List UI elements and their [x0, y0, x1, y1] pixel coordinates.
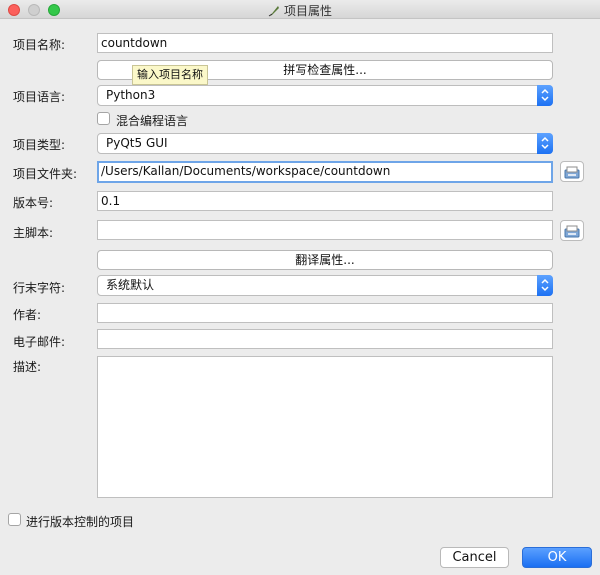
project-properties-dialog: 项目属性 项目名称: countdown 拼写检查属性... 输入项目名称 项目… [0, 0, 600, 575]
main-script-browse-button[interactable] [560, 220, 584, 241]
description-textarea[interactable] [97, 356, 553, 498]
main-script-label: 主脚本: [13, 226, 54, 240]
window-title: 项目属性 [0, 2, 600, 20]
project-folder-label: 项目文件夹: [13, 167, 78, 181]
select-chevron-icon [537, 133, 553, 154]
file-browse-icon [564, 225, 580, 238]
project-name-label: 项目名称: [13, 38, 66, 52]
author-input[interactable] [97, 303, 553, 323]
folder-browse-icon [564, 166, 580, 179]
cancel-button[interactable]: Cancel [440, 547, 509, 568]
project-folder-input[interactable]: /Users/Kallan/Documents/workspace/countd… [97, 161, 553, 183]
version-control-label: 进行版本控制的项目 [26, 515, 135, 529]
eol-select[interactable]: 系统默认 [97, 275, 553, 296]
select-chevron-icon [537, 85, 553, 106]
project-language-select[interactable]: Python3 [97, 85, 553, 106]
author-label: 作者: [13, 308, 42, 322]
email-input[interactable] [97, 329, 553, 349]
select-chevron-icon [537, 275, 553, 296]
project-name-input[interactable]: countdown [97, 33, 553, 53]
version-label: 版本号: [13, 196, 54, 210]
window-title-text: 项目属性 [283, 4, 332, 18]
project-type-value: PyQt5 GUI [106, 136, 168, 150]
eol-label: 行末字符: [13, 281, 66, 295]
mixed-languages-label: 混合编程语言 [116, 114, 189, 128]
project-type-select[interactable]: PyQt5 GUI [97, 133, 553, 154]
version-input[interactable]: 0.1 [97, 191, 553, 211]
project-folder-browse-button[interactable] [560, 161, 584, 182]
mixed-languages-checkbox[interactable] [97, 112, 110, 125]
project-language-label: 项目语言: [13, 90, 66, 104]
feather-icon [268, 5, 280, 20]
eol-value: 系统默认 [106, 278, 155, 292]
project-language-value: Python3 [106, 88, 156, 102]
ok-button[interactable]: OK [522, 547, 592, 568]
description-label: 描述: [13, 360, 42, 374]
version-control-checkbox[interactable] [8, 513, 21, 526]
translation-properties-button[interactable]: 翻译属性... [97, 250, 553, 270]
project-type-label: 项目类型: [13, 138, 66, 152]
title-bar: 项目属性 [0, 0, 600, 19]
project-name-tooltip: 输入项目名称 [132, 65, 208, 85]
main-script-input[interactable] [97, 220, 553, 240]
email-label: 电子邮件: [13, 335, 66, 349]
